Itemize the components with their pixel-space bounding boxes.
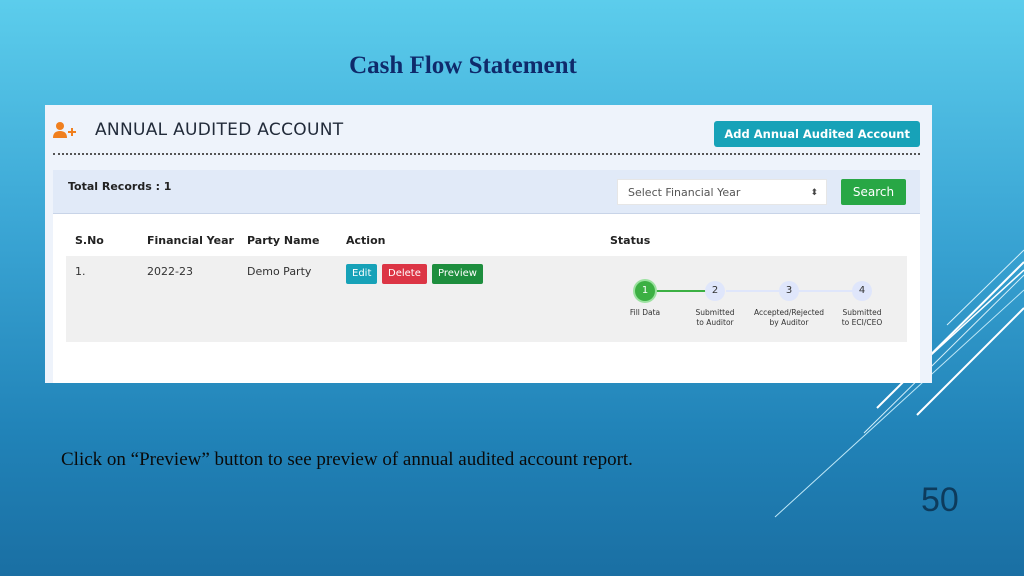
cell-sno: 1.	[75, 265, 86, 278]
sort-arrows-icon: ⬍	[810, 188, 818, 198]
step-1-circle: 1	[635, 281, 655, 301]
step-4-label: Submitted to ECI/CEO	[817, 308, 907, 328]
financial-year-select[interactable]: Select Financial Year ⬍	[617, 179, 827, 205]
search-button[interactable]: Search	[841, 179, 906, 205]
cell-party-name: Demo Party	[247, 265, 312, 278]
column-header-sno: S.No	[75, 234, 104, 247]
add-annual-audited-account-button[interactable]: Add Annual Audited Account	[714, 121, 920, 147]
financial-year-select-value: Select Financial Year	[628, 186, 741, 199]
column-header-status: Status	[610, 234, 651, 247]
step-2-circle: 2	[705, 281, 725, 301]
app-screenshot: ANNUAL AUDITED ACCOUNT Add Annual Audite…	[45, 105, 932, 383]
cell-financial-year: 2022-23	[147, 265, 193, 278]
total-records: Total Records : 1	[68, 180, 172, 193]
step-4-label-line2: to ECI/CEO	[841, 318, 883, 327]
table-row: 1. 2022-23 Demo Party Edit Delete Previe…	[66, 256, 907, 342]
step-4-circle: 4	[852, 281, 872, 301]
user-plus-icon	[53, 122, 76, 138]
slide-page-number: 50	[921, 481, 959, 519]
divider	[53, 153, 920, 155]
column-header-action: Action	[346, 234, 386, 247]
slide-caption: Click on “Preview” button to see preview…	[61, 449, 633, 470]
slide-title: Cash Flow Statement	[349, 52, 577, 79]
column-header-party-name: Party Name	[247, 234, 320, 247]
page-header: ANNUAL AUDITED ACCOUNT Add Annual Audite…	[53, 105, 920, 153]
filter-bar: Total Records : 1 Select Financial Year …	[53, 170, 920, 214]
step-4-label-line1: Submitted	[842, 308, 882, 317]
step-3-circle: 3	[779, 281, 799, 301]
records-table: S.No Financial Year Party Name Action St…	[53, 214, 920, 383]
column-header-financial-year: Financial Year	[147, 234, 234, 247]
page-title: ANNUAL AUDITED ACCOUNT	[95, 120, 344, 140]
delete-button[interactable]: Delete	[382, 264, 427, 284]
edit-button[interactable]: Edit	[346, 264, 378, 284]
preview-button[interactable]: Preview	[432, 264, 483, 284]
